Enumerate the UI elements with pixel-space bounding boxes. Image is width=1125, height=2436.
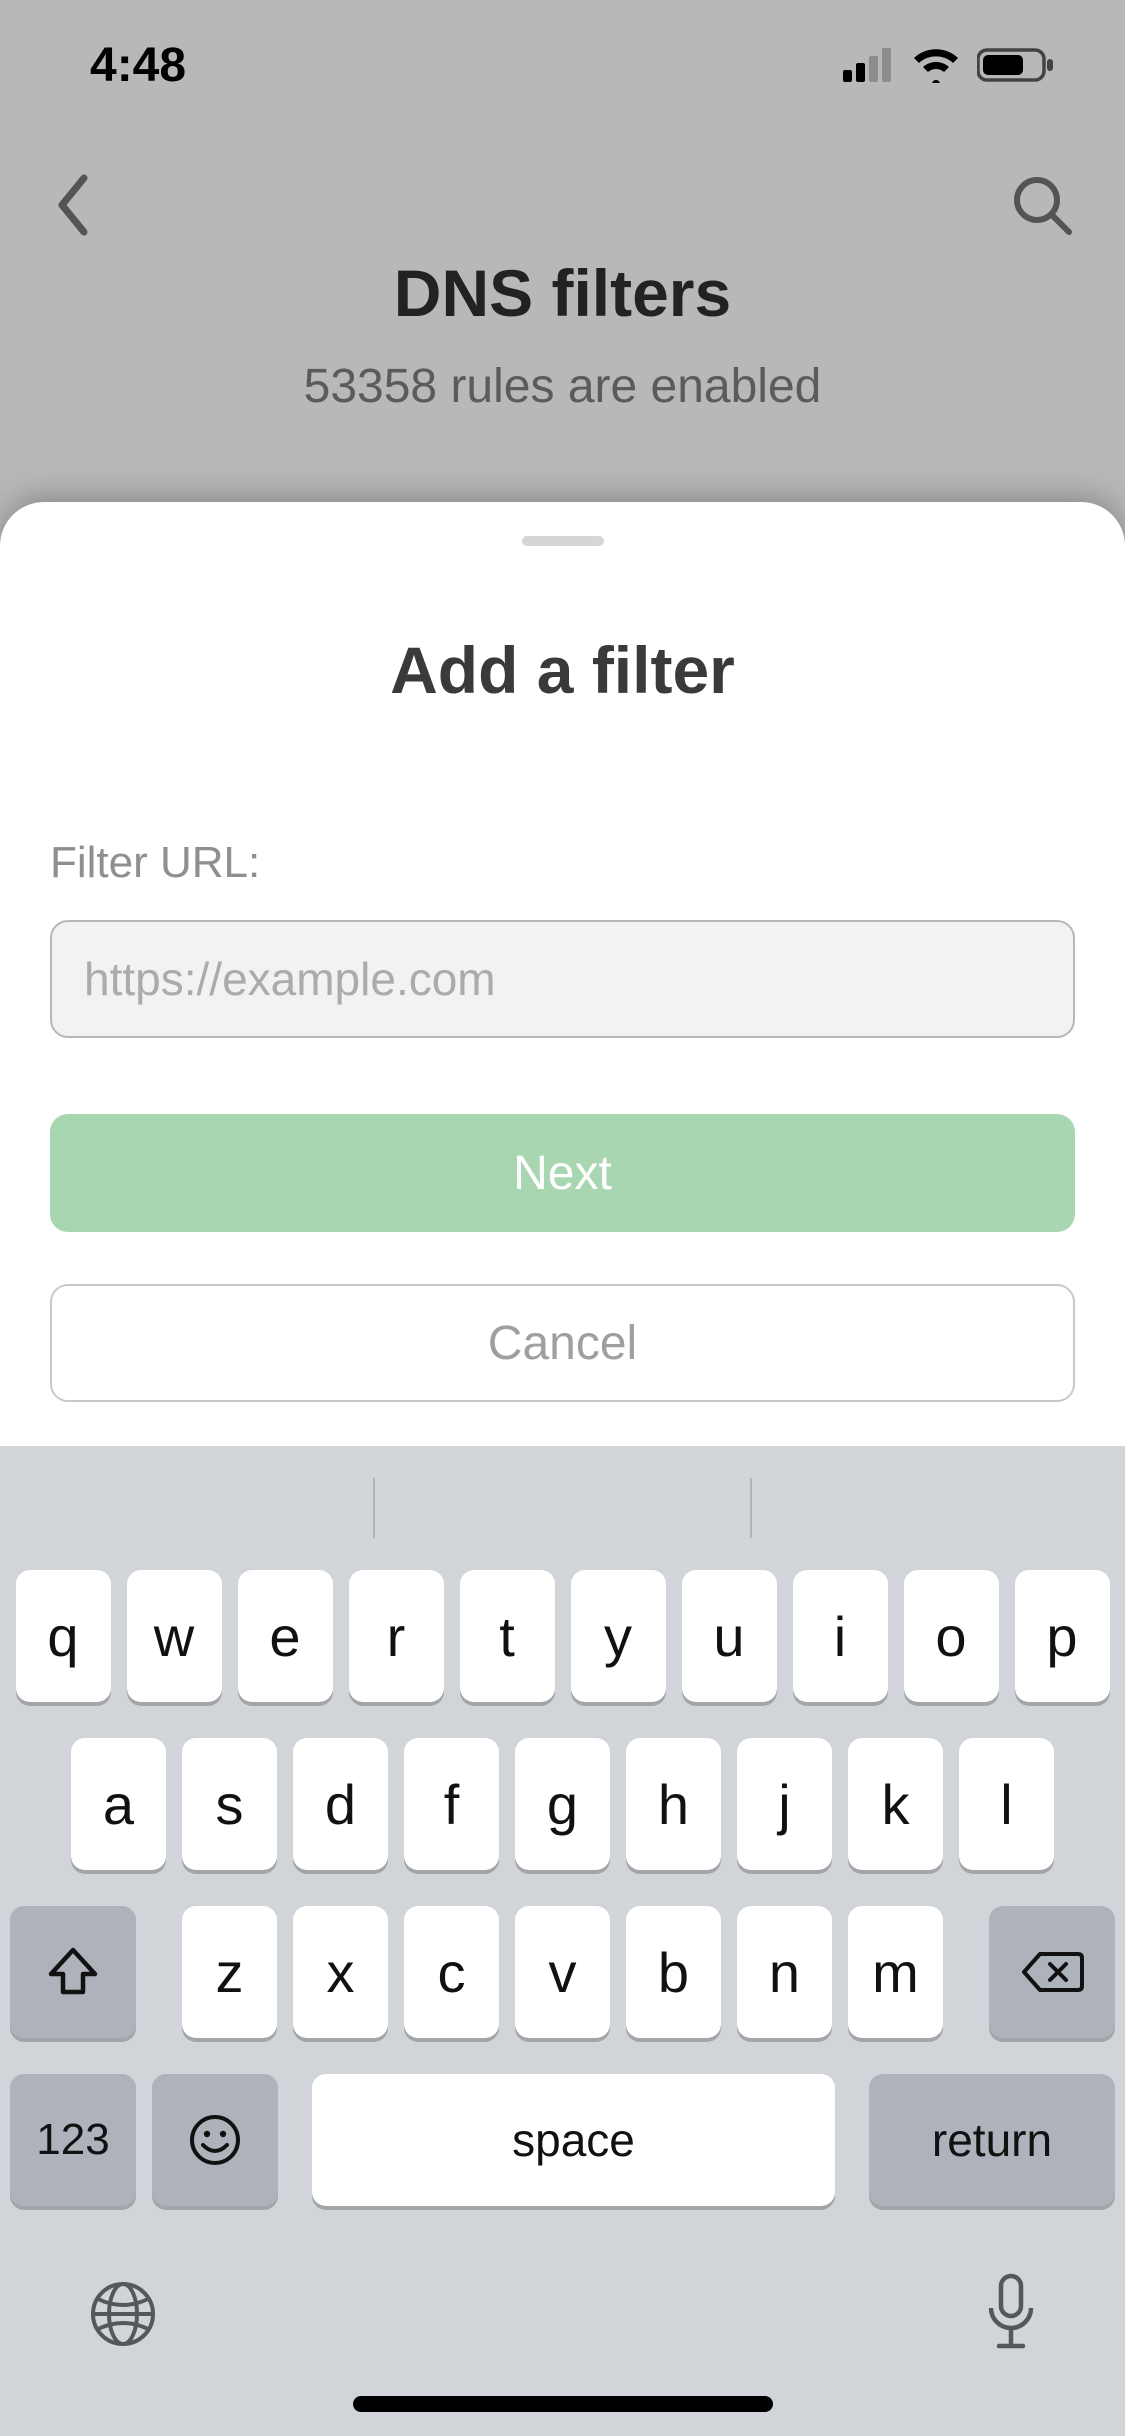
key-o[interactable]: o <box>904 1570 999 1702</box>
key-e[interactable]: e <box>238 1570 333 1702</box>
cancel-button[interactable]: Cancel <box>50 1284 1075 1402</box>
key-g[interactable]: g <box>515 1738 610 1870</box>
key-x[interactable]: x <box>293 1906 388 2038</box>
shift-icon <box>45 1944 101 2000</box>
shift-key[interactable] <box>10 1906 136 2038</box>
key-u[interactable]: u <box>682 1570 777 1702</box>
key-l[interactable]: l <box>959 1738 1054 1870</box>
key-k[interactable]: k <box>848 1738 943 1870</box>
filter-url-label: Filter URL: <box>50 838 1075 888</box>
keyboard-bottom-bar <box>0 2272 1125 2356</box>
key-q[interactable]: q <box>16 1570 111 1702</box>
key-z[interactable]: z <box>182 1906 277 2038</box>
key-f[interactable]: f <box>404 1738 499 1870</box>
home-indicator[interactable] <box>353 2396 773 2412</box>
suggestions-divider <box>750 1478 752 1538</box>
backspace-icon <box>1020 1948 1084 1996</box>
key-i[interactable]: i <box>793 1570 888 1702</box>
keyboard-row-1: q w e r t y u i o p <box>10 1570 1115 1702</box>
emoji-key[interactable] <box>152 2074 278 2206</box>
key-p[interactable]: p <box>1015 1570 1110 1702</box>
key-m[interactable]: m <box>848 1906 943 2038</box>
sheet-title: Add a filter <box>50 632 1075 708</box>
keyboard-suggestions-bar <box>0 1446 1125 1570</box>
sheet-grabber[interactable] <box>522 536 604 546</box>
filter-url-input[interactable] <box>50 920 1075 1038</box>
key-j[interactable]: j <box>737 1738 832 1870</box>
next-button[interactable]: Next <box>50 1114 1075 1232</box>
key-a[interactable]: a <box>71 1738 166 1870</box>
keyboard-row-2: a s d f g h j k l <box>10 1738 1115 1870</box>
return-key[interactable]: return <box>869 2074 1115 2206</box>
space-key[interactable]: space <box>312 2074 835 2206</box>
key-d[interactable]: d <box>293 1738 388 1870</box>
backspace-key[interactable] <box>989 1906 1115 2038</box>
numbers-key[interactable]: 123 <box>10 2074 136 2206</box>
key-b[interactable]: b <box>626 1906 721 2038</box>
key-h[interactable]: h <box>626 1738 721 1870</box>
key-y[interactable]: y <box>571 1570 666 1702</box>
microphone-icon[interactable] <box>983 2272 1039 2356</box>
keyboard-row-3: z x c v b n m <box>10 1906 1115 2038</box>
key-n[interactable]: n <box>737 1906 832 2038</box>
key-r[interactable]: r <box>349 1570 444 1702</box>
key-c[interactable]: c <box>404 1906 499 2038</box>
key-w[interactable]: w <box>127 1570 222 1702</box>
ios-keyboard: q w e r t y u i o p a s d f g h j k l <box>0 1446 1125 2436</box>
key-v[interactable]: v <box>515 1906 610 2038</box>
suggestions-divider <box>373 1478 375 1538</box>
key-s[interactable]: s <box>182 1738 277 1870</box>
keyboard-row-4: 123 space return <box>10 2074 1115 2206</box>
emoji-icon <box>188 2113 242 2167</box>
key-t[interactable]: t <box>460 1570 555 1702</box>
globe-icon[interactable] <box>86 2277 160 2351</box>
